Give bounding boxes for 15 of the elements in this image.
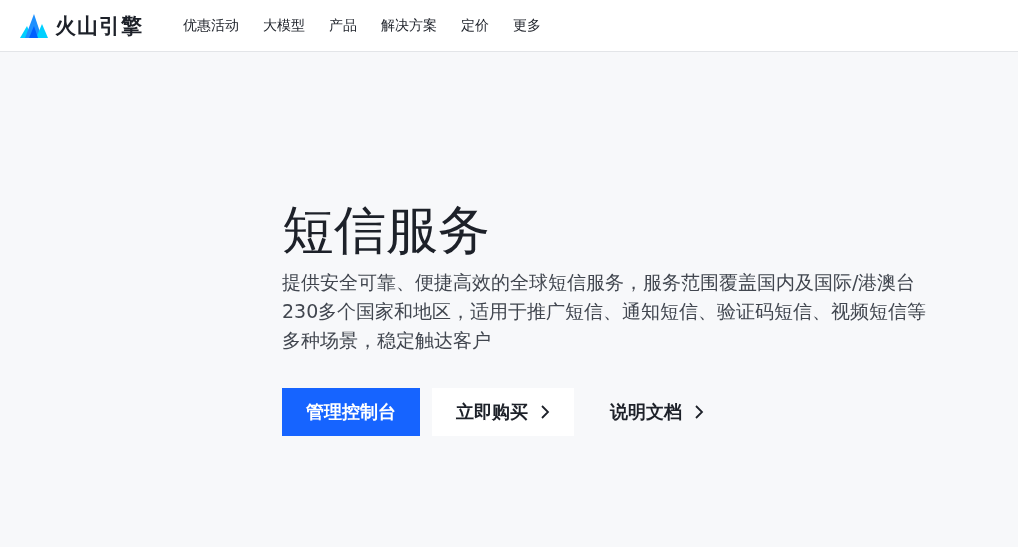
nav-link[interactable]: 解决方案 bbox=[381, 16, 437, 35]
brand-name: 火山引擎 bbox=[55, 12, 143, 40]
nav-link[interactable]: 更多 bbox=[513, 16, 541, 35]
console-button[interactable]: 管理控制台 bbox=[282, 388, 420, 436]
description-text: 提供安全可靠、便捷高效的全球短信服务，服务范围覆盖国内及国际/港澳台230多个国家和地区，适用于推广短信、通知短信、验证码短信、视频短信等多种场景，稳定触达客户 bbox=[282, 270, 928, 353]
nav-link[interactable]: 定价 bbox=[461, 16, 489, 35]
chevron-right-icon bbox=[694, 405, 704, 419]
docs-link[interactable]: 说明文档 bbox=[586, 388, 728, 436]
logo-icon bbox=[20, 13, 48, 38]
chevron-right-icon bbox=[540, 405, 550, 419]
nav-link[interactable]: 产品 bbox=[329, 16, 357, 35]
nav-link[interactable]: 大模型 bbox=[263, 16, 305, 35]
nav-link[interactable]: 优惠活动 bbox=[183, 16, 239, 35]
buy-button[interactable]: 立即购买 bbox=[432, 388, 574, 436]
page-title: 短信服务 bbox=[282, 199, 491, 262]
